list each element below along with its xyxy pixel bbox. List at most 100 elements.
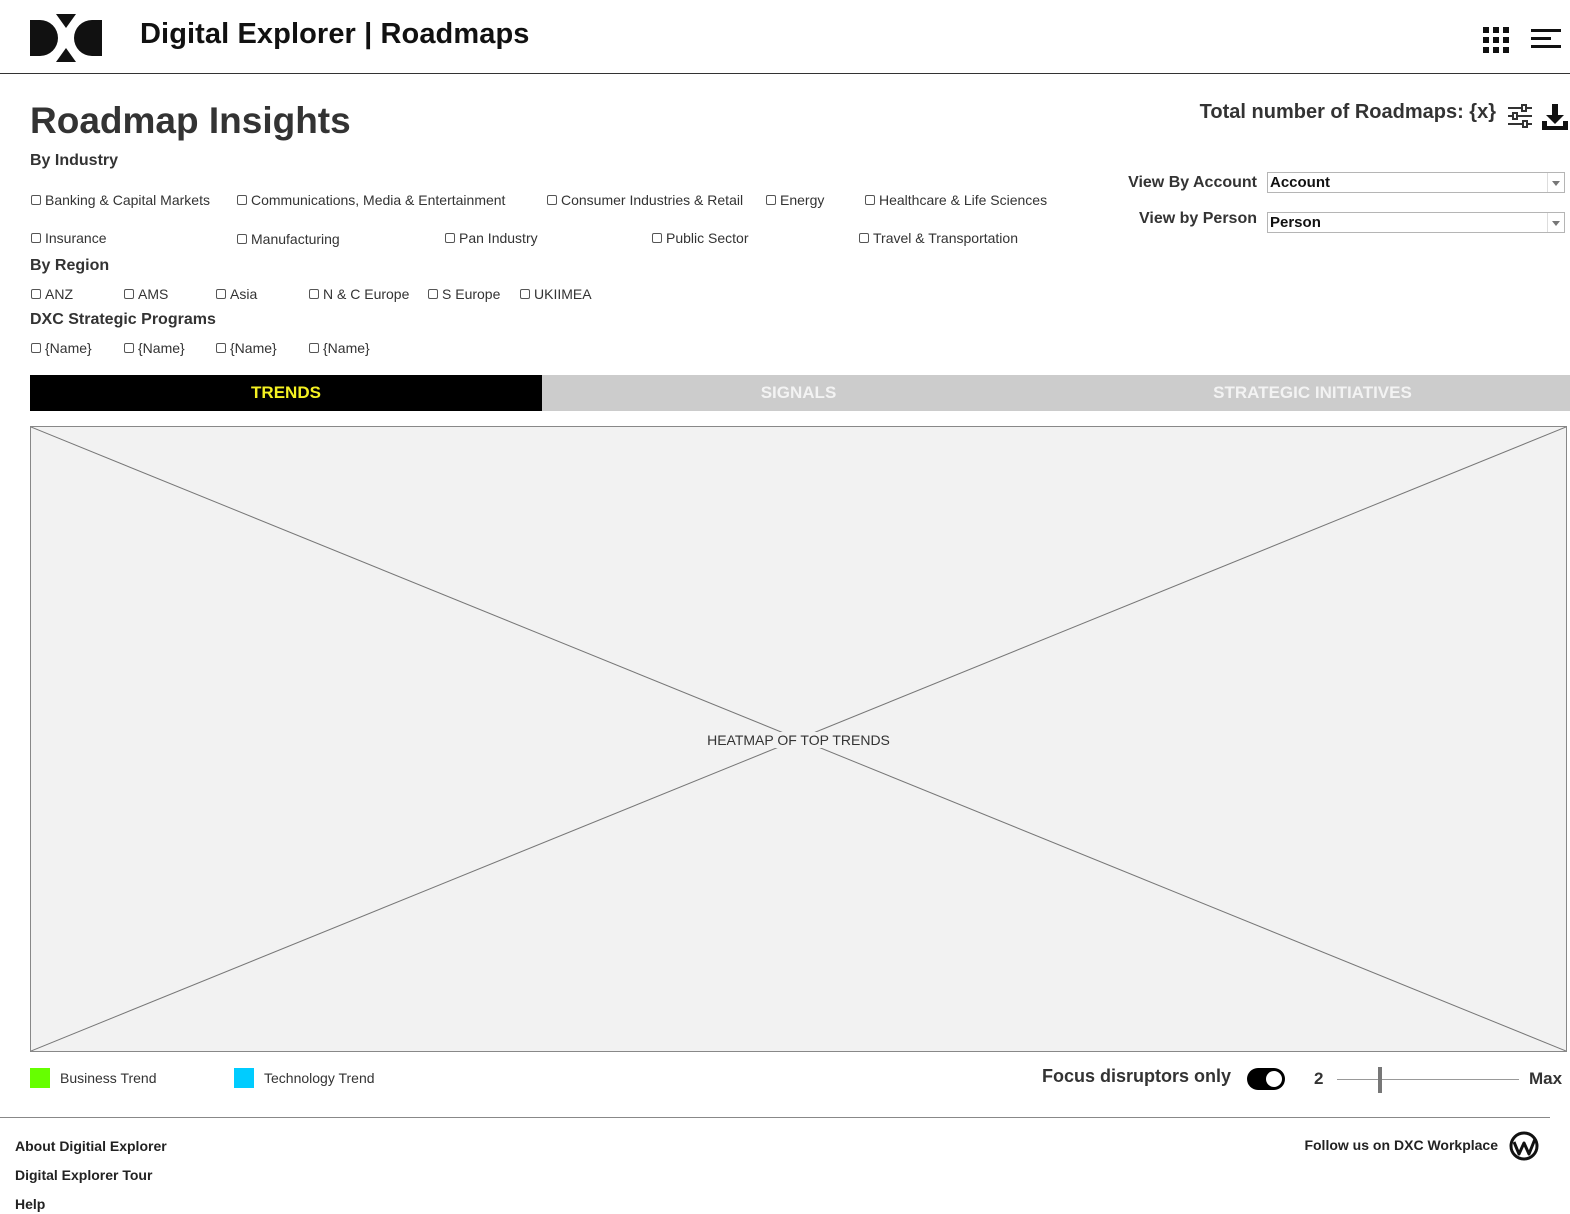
checkbox-label: Consumer Industries & Retail (561, 192, 744, 208)
view-by-person-label: View by Person (1139, 210, 1257, 227)
checkbox-box[interactable] (309, 289, 319, 299)
person-select[interactable]: Person (1267, 212, 1565, 233)
program-checkbox[interactable]: {Name} (31, 340, 92, 356)
checkbox-label: ANZ (45, 286, 73, 302)
checkbox-label: Public Sector (666, 230, 749, 246)
checkbox-box[interactable] (216, 289, 226, 299)
page-title: Roadmap Insights (30, 100, 351, 141)
program-checkbox[interactable]: {Name} (124, 340, 185, 356)
checkbox-box[interactable] (766, 195, 776, 205)
industry-checkbox-insurance[interactable]: Insurance (31, 230, 106, 246)
chevron-down-icon[interactable] (1547, 213, 1564, 232)
region-checkbox-ukiimea[interactable]: UKIIMEA (520, 286, 592, 302)
focus-disruptors-toggle[interactable] (1247, 1068, 1285, 1090)
checkbox-box[interactable] (216, 343, 226, 353)
dxc-workplace-link[interactable]: DXC Workplace (1394, 1137, 1498, 1153)
checkbox-box[interactable] (547, 195, 557, 205)
technology-trend-swatch (234, 1068, 254, 1088)
dxc-logo-icon[interactable] (30, 14, 102, 62)
tab-signals[interactable]: SIGNALS (542, 375, 1055, 411)
checkbox-label: Healthcare & Life Sciences (879, 192, 1048, 208)
focus-disruptors-label: Focus disruptors only (1041, 1066, 1231, 1086)
business-trend-label: Business Trend (60, 1070, 157, 1086)
region-checkbox-nc-europe[interactable]: N & C Europe (309, 286, 409, 302)
checkbox-box[interactable] (31, 233, 41, 243)
view-by-account-label: View By Account (1128, 174, 1257, 191)
checkbox-box[interactable] (31, 195, 41, 205)
checkbox-label: {Name} (323, 340, 370, 356)
heatmap-placeholder: HEATMAP OF TOP TRENDS (30, 426, 1567, 1052)
program-checkbox[interactable]: {Name} (216, 340, 277, 356)
heatmap-placeholder-label: HEATMAP OF TOP TRENDS (701, 732, 896, 748)
checkbox-box[interactable] (31, 289, 41, 299)
download-icon[interactable] (1541, 103, 1569, 131)
checkbox-box[interactable] (237, 234, 247, 244)
footer-divider (0, 1117, 1550, 1118)
industry-checkbox-public-sector[interactable]: Public Sector (652, 230, 748, 246)
chevron-down-icon[interactable] (1547, 173, 1564, 192)
checkbox-box[interactable] (428, 289, 438, 299)
checkbox-label: UKIIMEA (534, 286, 592, 302)
industry-checkbox-banking[interactable]: Banking & Capital Markets (31, 192, 210, 208)
industry-checkbox-travel[interactable]: Travel & Transportation (859, 230, 1018, 246)
checkbox-label: N & C Europe (323, 286, 410, 302)
checkbox-box[interactable] (520, 289, 530, 299)
checkbox-box[interactable] (865, 195, 875, 205)
checkbox-label: Energy (780, 192, 825, 208)
region-checkbox-s-europe[interactable]: S Europe (428, 286, 500, 302)
industry-checkbox-healthcare[interactable]: Healthcare & Life Sciences (865, 192, 1047, 208)
industry-checkbox-pan-industry[interactable]: Pan Industry (445, 230, 538, 246)
programs-section-label: DXC Strategic Programs (30, 311, 216, 328)
checkbox-box[interactable] (309, 343, 319, 353)
footer-link-help[interactable]: Help (15, 1196, 45, 1212)
grid-icon[interactable] (1483, 27, 1509, 53)
industry-checkbox-consumer[interactable]: Consumer Industries & Retail (547, 192, 743, 208)
total-roadmaps-count: Total number of Roadmaps: {x} (1199, 101, 1496, 123)
checkbox-box[interactable] (237, 195, 247, 205)
account-select-value: Account (1270, 174, 1330, 191)
checkbox-box[interactable] (124, 343, 134, 353)
business-trend-swatch (30, 1068, 50, 1088)
slider-min-label: 2 (1314, 1069, 1324, 1088)
checkbox-label: Asia (230, 286, 258, 302)
program-checkbox[interactable]: {Name} (309, 340, 370, 356)
checkbox-label: AMS (138, 286, 169, 302)
region-section-label: By Region (30, 257, 110, 274)
follow-text: Follow us on (1304, 1137, 1390, 1153)
person-select-value: Person (1270, 214, 1321, 231)
app-title: Digital Explorer | Roadmaps (140, 18, 530, 50)
checkbox-box[interactable] (652, 233, 662, 243)
region-checkbox-ams[interactable]: AMS (124, 286, 168, 302)
footer-link-about[interactable]: About Digitial Explorer (15, 1138, 167, 1154)
follow-us: Follow us on DXC Workplace (1270, 1137, 1498, 1153)
industry-checkbox-communications[interactable]: Communications, Media & Entertainment (237, 192, 505, 208)
slider-thumb[interactable] (1378, 1067, 1382, 1093)
tab-trends[interactable]: TRENDS (30, 375, 542, 411)
region-checkbox-asia[interactable]: Asia (216, 286, 257, 302)
slider-track[interactable] (1337, 1079, 1519, 1080)
filter-sliders-icon[interactable] (1507, 103, 1533, 129)
checkbox-label: {Name} (45, 340, 92, 356)
footer-link-tour[interactable]: Digital Explorer Tour (15, 1167, 152, 1183)
industry-checkbox-energy[interactable]: Energy (766, 192, 824, 208)
checkbox-box[interactable] (124, 289, 134, 299)
checkbox-label: Banking & Capital Markets (45, 192, 210, 208)
region-checkbox-anz[interactable]: ANZ (31, 286, 73, 302)
tab-strategic-initiatives[interactable]: STRATEGIC INITIATIVES (1055, 375, 1570, 411)
checkbox-box[interactable] (445, 233, 455, 243)
checkbox-box[interactable] (859, 233, 869, 243)
hamburger-menu-icon[interactable] (1531, 27, 1563, 51)
account-select[interactable]: Account (1267, 172, 1565, 193)
checkbox-label: Insurance (45, 230, 107, 246)
checkbox-label: Manufacturing (251, 231, 340, 247)
checkbox-label: Travel & Transportation (873, 230, 1018, 246)
technology-trend-label: Technology Trend (264, 1070, 375, 1086)
checkbox-box[interactable] (31, 343, 41, 353)
checkbox-label: Communications, Media & Entertainment (251, 192, 506, 208)
toggle-knob (1266, 1071, 1282, 1087)
workplace-icon[interactable] (1508, 1130, 1540, 1162)
industry-checkbox-manufacturing[interactable]: Manufacturing (237, 231, 340, 247)
checkbox-label: {Name} (230, 340, 277, 356)
app-header: Digital Explorer | Roadmaps (0, 0, 1570, 74)
checkbox-label: S Europe (442, 286, 501, 302)
